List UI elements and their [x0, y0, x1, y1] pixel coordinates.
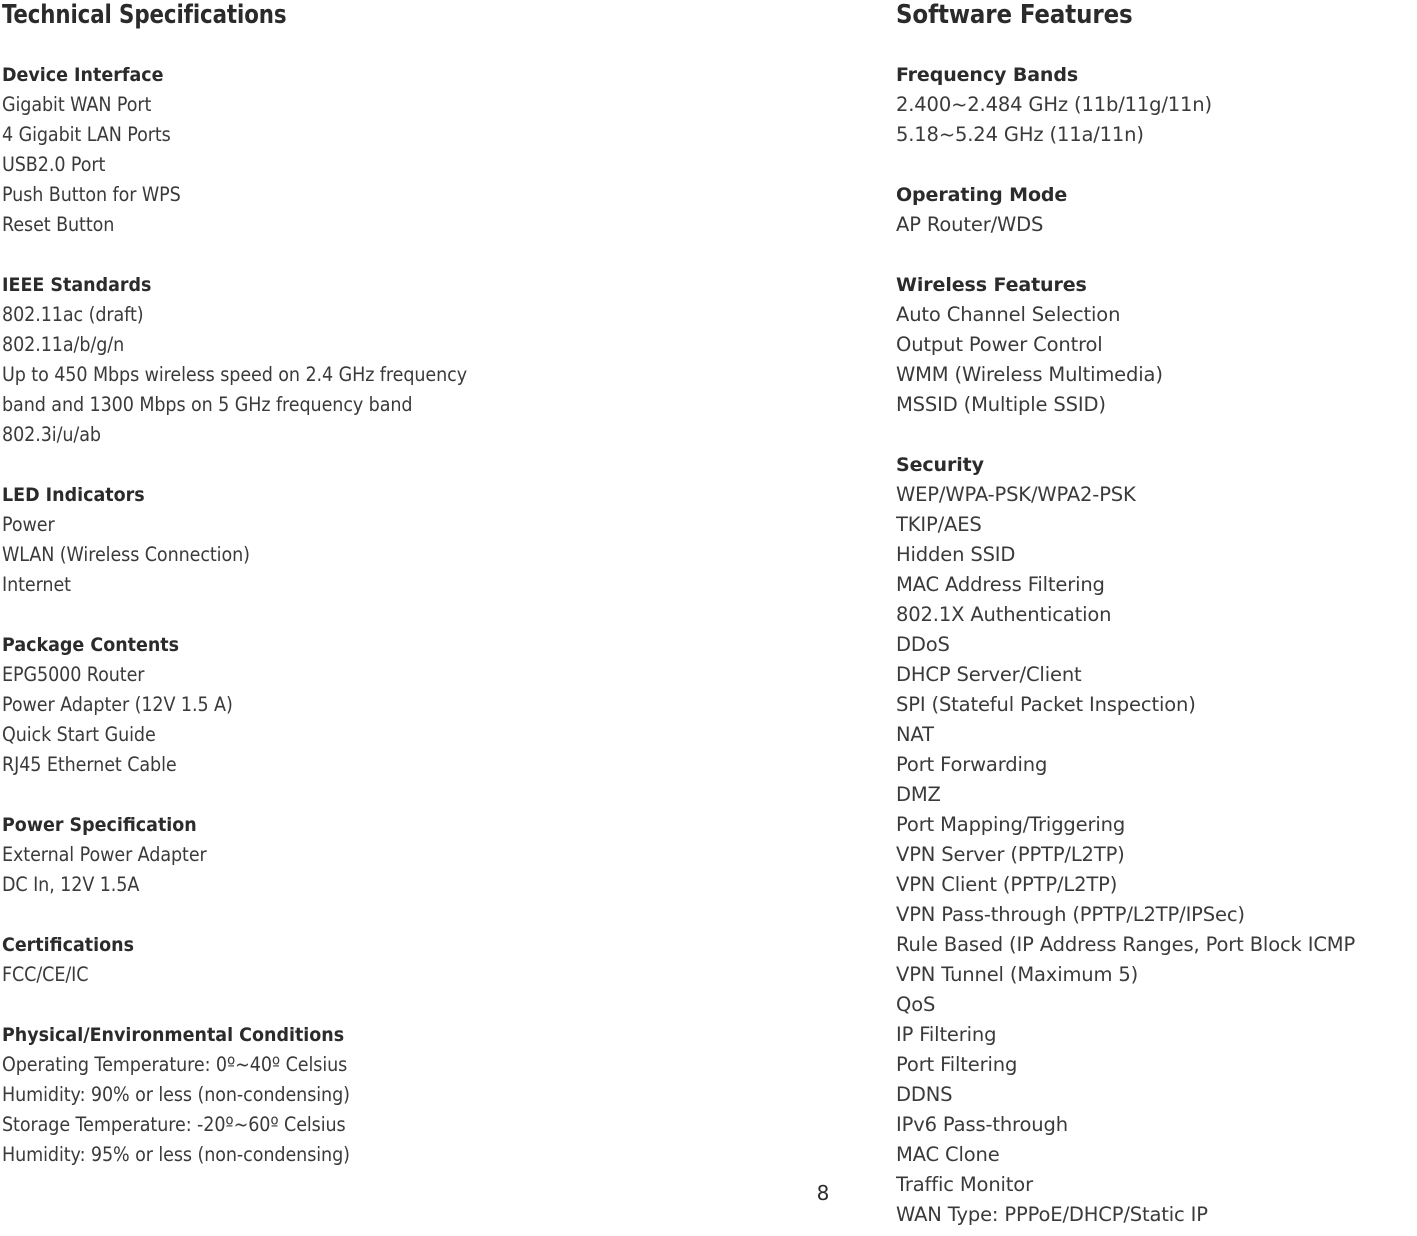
spec-line: Port Forwarding: [896, 753, 1048, 776]
spec-section: LED Indicators Power WLAN (Wireless Connec…: [2, 480, 882, 600]
spec-line: Traffic Monitor: [896, 1173, 1033, 1196]
spec-line: SPI (Stateful Packet Inspection): [896, 693, 1196, 716]
spec-line: WAN Type: PPPoE/DHCP/Static IP: [896, 1203, 1208, 1226]
spec-line: Port Mapping/Triggering: [896, 813, 1126, 836]
spec-line: FCC/CE/IC: [2, 963, 89, 986]
section-heading: Operating Mode: [896, 184, 1068, 206]
spec-line: TKIP/AES: [896, 513, 982, 536]
spec-line: EPG5000 Router: [2, 663, 145, 686]
spec-line: VPN Server (PPTP/L2TP): [896, 843, 1125, 866]
spec-section: Security WEP/WPA-PSK/WPA2-PSK TKIP/AES Hidd…: [896, 450, 1417, 1236]
page-title-technical-specifications: Technical Specifications: [2, 0, 287, 30]
left-sections-container: Device Interface Gigabit WAN Port 4 Gigabi…: [2, 60, 882, 1170]
spec-line: MAC Address Filtering: [896, 573, 1105, 596]
section-heading: Device Interface: [2, 64, 164, 86]
specification-page: Technical Specifications Device Interfac…: [0, 0, 1417, 1236]
section-heading: LED Indicators: [2, 484, 145, 506]
spec-section: Wireless Features Auto Channel Selection O…: [896, 270, 1417, 420]
spec-line: 802.3i/u/ab: [2, 423, 101, 446]
spec-line: USB Features: SAMBA: [896, 1230, 1417, 1236]
spec-line: Rule Based (IP Address Ranges, Port Bloc…: [896, 933, 1356, 956]
spec-line: 4 Gigabit LAN Ports: [2, 123, 171, 146]
section-heading: Wireless Features: [896, 274, 1087, 296]
section-heading: Frequency Bands: [896, 64, 1079, 86]
spec-line: 802.11ac (draft): [2, 303, 144, 326]
spec-line: VPN Pass-through (PPTP/L2TP/IPSec): [896, 903, 1245, 926]
spec-line: MSSID (Multiple SSID): [896, 393, 1106, 416]
spec-line: Humidity: 90% or less (non-condensing): [2, 1083, 350, 1106]
spec-section: Frequency Bands 2.400~2.484 GHz (11b/11g/…: [896, 60, 1417, 150]
spec-line: NAT: [896, 723, 934, 746]
spec-line: External Power Adapter: [2, 843, 207, 866]
spec-line: 5.18~5.24 GHz (11a/11n): [896, 123, 1144, 146]
spec-line: Quick Start Guide: [2, 723, 156, 746]
spec-line: Power: [2, 513, 55, 536]
spec-line: VPN Client (PPTP/L2TP): [896, 873, 1118, 896]
spec-line: VPN Tunnel (Maximum 5): [896, 963, 1139, 986]
spec-line: RJ45 Ethernet Cable: [2, 753, 177, 776]
section-heading: Certifications: [2, 934, 134, 956]
spec-line: Internet: [2, 573, 71, 596]
spec-line: 2.400~2.484 GHz (11b/11g/11n): [896, 93, 1212, 116]
title-spacer: [2, 30, 882, 60]
section-heading: Power Specification: [2, 814, 197, 836]
spec-line: Operating Temperature: 0º~40º Celsius: [2, 1053, 348, 1076]
spec-line: DHCP Server/Client: [896, 663, 1082, 686]
spec-line: USB2.0 Port: [2, 153, 106, 176]
section-heading: Physical/Environmental Conditions: [2, 1024, 345, 1046]
spec-line: MAC Clone: [896, 1143, 1000, 1166]
spec-line: Reset Button: [2, 213, 115, 236]
section-heading: Security: [896, 454, 984, 476]
spec-line: Gigabit WAN Port: [2, 93, 152, 116]
spec-line: Hidden SSID: [896, 543, 1016, 566]
section-heading: Package Contents: [2, 634, 180, 656]
spec-section: Operating Mode AP Router/WDS: [896, 180, 1417, 240]
spec-line: AP Router/WDS: [896, 213, 1044, 236]
spec-section: IEEE Standards 802.11ac (draft) 802.11a/b/…: [2, 270, 882, 450]
spec-line: Storage Temperature: -20º~60º Celsius: [2, 1113, 346, 1136]
spec-line: Port Filtering: [896, 1053, 1018, 1076]
spec-line: Auto Channel Selection: [896, 303, 1121, 326]
spec-line: DC In, 12V 1.5A: [2, 873, 140, 896]
spec-line: 802.11a/b/g/n: [2, 333, 125, 356]
right-sections-container: Frequency Bands 2.400~2.484 GHz (11b/11g/…: [896, 60, 1417, 1236]
spec-line: WMM (Wireless Multimedia): [896, 363, 1163, 386]
spec-section: Certifications FCC/CE/IC: [2, 930, 882, 990]
spec-line: Output Power Control: [896, 333, 1103, 356]
spec-line: Push Button for WPS: [2, 183, 181, 206]
spec-line: WEP/WPA-PSK/WPA2-PSK: [896, 483, 1136, 506]
spec-line: band and 1300 Mbps on 5 GHz frequency ba…: [2, 393, 413, 416]
software-features-column: Software Features Frequency Bands 2.400~2…: [896, 0, 1417, 1236]
spec-section: Package Contents EPG5000 Router Power Adap…: [2, 630, 882, 780]
spec-line: 802.1X Authentication: [896, 603, 1112, 626]
spec-line: IP Filtering: [896, 1023, 997, 1046]
spec-line: DMZ: [896, 783, 941, 806]
spec-line: DDNS: [896, 1083, 953, 1106]
page-title-software-features: Software Features: [896, 0, 1133, 30]
spec-line: Power Adapter (12V 1.5 A): [2, 693, 233, 716]
technical-specifications-column: Technical Specifications Device Interfac…: [2, 0, 882, 1170]
section-heading: IEEE Standards: [2, 274, 152, 296]
spec-section: Physical/Environmental Conditions Operati…: [2, 1020, 882, 1170]
title-spacer: [896, 30, 1417, 60]
spec-line: IPv6 Pass-through: [896, 1113, 1068, 1136]
spec-line: Up to 450 Mbps wireless speed on 2.4 GHz…: [2, 363, 468, 386]
spec-line: WLAN (Wireless Connection): [2, 543, 250, 566]
spec-section: Device Interface Gigabit WAN Port 4 Gigabi…: [2, 60, 882, 240]
spec-section: Power Specification External Power Adapte…: [2, 810, 882, 900]
spec-line: Humidity: 95% or less (non-condensing): [2, 1143, 350, 1166]
spec-line: QoS: [896, 993, 936, 1016]
spec-line: DDoS: [896, 633, 950, 656]
page-number: 8: [816, 1181, 830, 1205]
